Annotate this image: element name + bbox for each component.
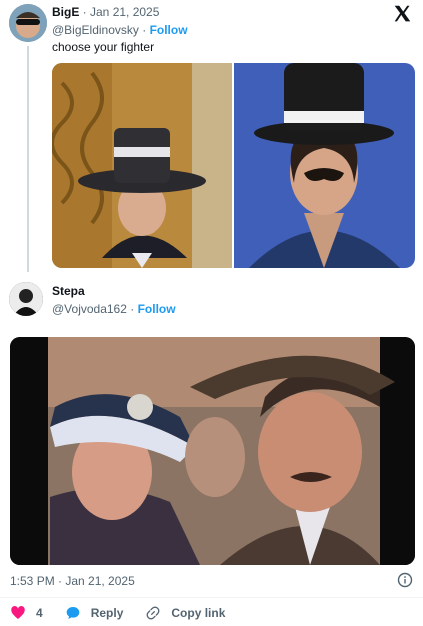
x-logo-icon[interactable]	[391, 3, 413, 25]
tweet-image-left[interactable]	[52, 63, 232, 268]
separator: ·	[138, 23, 150, 37]
author-name[interactable]: BigE	[52, 5, 79, 19]
tweet2-handle-row: @Vojvoda162 · Follow	[52, 302, 176, 316]
separator: ·	[126, 302, 138, 316]
copy-link-button[interactable]: Copy link	[145, 605, 225, 621]
info-icon[interactable]	[397, 572, 413, 588]
thread-connector	[27, 46, 29, 272]
follow-button[interactable]: Follow	[138, 302, 176, 316]
link-icon	[146, 606, 160, 620]
tweet-video[interactable]	[10, 337, 415, 565]
follow-button[interactable]: Follow	[150, 23, 188, 37]
divider	[0, 597, 423, 598]
tweet1-header: BigE · Jan 21, 2025	[52, 5, 159, 19]
tweet2-header: Stepa	[52, 284, 85, 298]
author-handle[interactable]: @BigEldinovsky	[52, 23, 139, 37]
reply-label: Reply	[90, 606, 124, 620]
like-count: 4	[36, 606, 43, 620]
heart-icon	[11, 606, 25, 619]
tweet-date[interactable]: · Jan 21, 2025	[79, 5, 160, 19]
copy-link-label: Copy link	[171, 606, 226, 620]
avatar-stepa[interactable]	[9, 282, 43, 316]
tweet-text: choose your fighter	[52, 40, 155, 54]
reply-button[interactable]: Reply	[65, 605, 124, 621]
tweet-image-right[interactable]	[234, 63, 415, 268]
action-bar: 4 Reply Copy link	[10, 605, 247, 621]
reply-bubble-icon	[66, 607, 80, 619]
author-handle[interactable]: @Vojvoda162	[52, 302, 127, 316]
avatar-bige[interactable]	[9, 4, 47, 42]
tweet-timestamp[interactable]: 1:53 PM · Jan 21, 2025	[10, 574, 135, 588]
like-button[interactable]: 4	[10, 605, 43, 621]
tweet1-handle-row: @BigEldinovsky · Follow	[52, 23, 188, 37]
author-name[interactable]: Stepa	[52, 284, 85, 298]
